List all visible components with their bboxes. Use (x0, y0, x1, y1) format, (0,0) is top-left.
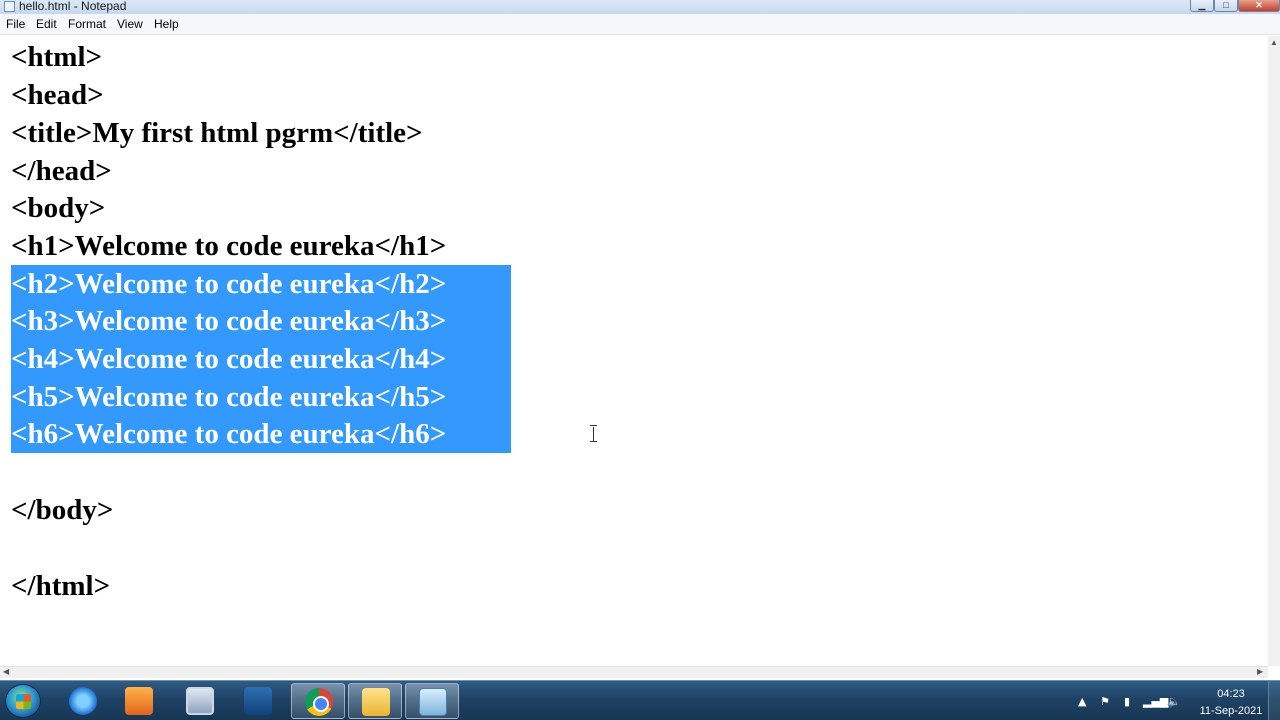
tray-show-hidden-icon[interactable]: ▲ (1078, 695, 1086, 708)
scroll-up-icon[interactable]: ▲ (1270, 39, 1278, 47)
checkmark-app-icon (244, 687, 272, 715)
action-center-flag-icon[interactable]: ⚑ (1100, 695, 1110, 708)
taskbar-notepad[interactable] (405, 683, 459, 719)
taskbar-chrome[interactable] (291, 683, 345, 719)
code-line-selected: <h4>Welcome to code eureka</h4> (11, 343, 447, 375)
taskbar-checkmark-app[interactable] (231, 683, 285, 719)
menu-format[interactable]: Format (68, 17, 106, 32)
title-bar: hello.html - Notepad ▁ □ ✕ (0, 0, 1280, 14)
code-line: </html> (11, 570, 111, 602)
taskbar-internet-explorer[interactable] (56, 683, 110, 719)
taskbar-media-player[interactable] (112, 683, 166, 719)
minimize-button[interactable]: ▁ (1190, 0, 1214, 12)
taskbar: ▲ ⚑ ▮ ▂▄▆ 🔈 04:23 11-Sep-2021 (0, 680, 1280, 720)
code-line: <html> (11, 41, 103, 73)
code-line-selected: <h3>Welcome to code eureka</h3> (11, 305, 447, 337)
code-line: <title>My first html pgrm</title> (11, 117, 423, 149)
windows-logo-icon (16, 694, 31, 709)
menu-bar: File Edit Format View Help (0, 14, 1280, 35)
code-line: <h1>Welcome to code eureka</h1> (11, 230, 447, 262)
start-button[interactable] (5, 684, 41, 718)
network-icon[interactable]: ▮ (1124, 695, 1130, 708)
window-title: hello.html - Notepad (19, 0, 127, 13)
code-line-selected: <h5>Welcome to code eureka</h5> (11, 381, 447, 413)
clock-time[interactable]: 04:23 (1200, 688, 1262, 701)
taskbar-screen-recorder[interactable] (173, 683, 227, 719)
menu-edit[interactable]: Edit (36, 17, 57, 32)
code-line: </head> (11, 155, 112, 187)
vertical-scrollbar[interactable]: ▲ (1268, 36, 1280, 666)
chrome-icon (305, 688, 333, 716)
text-editor[interactable]: <html> <head> <title>My first html pgrm<… (0, 36, 1268, 666)
code-line-selected: <h6>Welcome to code eureka</h6> (11, 418, 447, 450)
file-explorer-icon (362, 688, 390, 716)
scroll-left-icon[interactable]: ◀ (3, 668, 9, 676)
menu-help[interactable]: Help (154, 17, 179, 32)
maximize-button[interactable]: □ (1214, 0, 1238, 12)
notepad-app-icon (4, 1, 15, 12)
notepad-icon (419, 688, 447, 716)
volume-icon[interactable]: 🔈 (1167, 695, 1181, 708)
menu-file[interactable]: File (6, 17, 25, 32)
internet-explorer-icon (69, 687, 97, 715)
code-line-selected: <h2>Welcome to code eureka</h2> (11, 268, 447, 300)
code-line: <head> (11, 79, 104, 111)
screen-recorder-icon (186, 687, 214, 715)
text-cursor-icon (590, 425, 598, 443)
taskbar-file-explorer[interactable] (348, 683, 402, 719)
clock-date[interactable]: 11-Sep-2021 (1197, 705, 1265, 718)
scroll-right-icon[interactable]: ▶ (1257, 668, 1263, 676)
show-desktop-button[interactable] (1268, 681, 1280, 720)
media-player-icon (125, 687, 153, 715)
horizontal-scrollbar[interactable]: ◀ ▶ (0, 666, 1268, 678)
code-line: <body> (11, 192, 106, 224)
menu-view[interactable]: View (117, 17, 143, 32)
signal-strength-icon[interactable]: ▂▄▆ (1143, 695, 1168, 708)
code-line: </body> (11, 494, 114, 526)
close-button[interactable]: ✕ (1238, 0, 1280, 12)
